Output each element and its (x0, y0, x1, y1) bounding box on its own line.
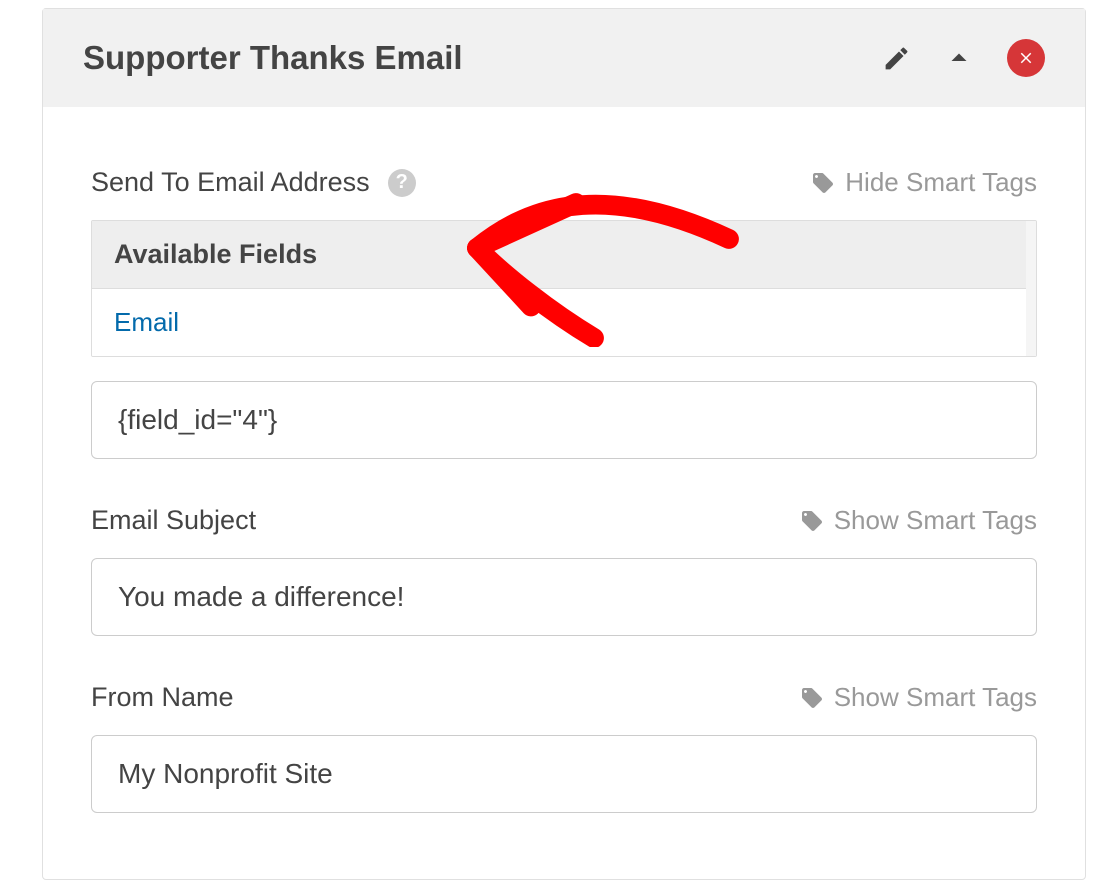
available-fields-box: Available Fields Email (91, 220, 1037, 357)
hide-smart-tags-link[interactable]: Hide Smart Tags (811, 167, 1037, 198)
send-to-label: Send To Email Address ? (91, 167, 416, 198)
tag-icon (800, 686, 824, 710)
show-smart-tags-text: Show Smart Tags (834, 505, 1037, 536)
edit-button[interactable] (882, 44, 911, 73)
pencil-icon (882, 44, 911, 73)
available-fields-header: Available Fields (92, 221, 1036, 289)
collapse-button[interactable] (941, 40, 977, 76)
show-smart-tags-link-fromname[interactable]: Show Smart Tags (800, 682, 1037, 713)
tag-icon (800, 509, 824, 533)
panel-header: Supporter Thanks Email (43, 9, 1085, 107)
help-icon[interactable]: ? (388, 169, 416, 197)
send-to-label-text: Send To Email Address (91, 167, 370, 198)
send-to-field-group: Send To Email Address ? Hide Smart Tags … (91, 167, 1037, 459)
chevron-up-icon (941, 40, 977, 76)
field-label-row: Send To Email Address ? Hide Smart Tags (91, 167, 1037, 198)
notification-panel: Supporter Thanks Email (42, 8, 1086, 880)
show-smart-tags-text: Show Smart Tags (834, 682, 1037, 713)
hide-smart-tags-text: Hide Smart Tags (845, 167, 1037, 198)
from-name-input[interactable] (91, 735, 1037, 813)
subject-label-text: Email Subject (91, 505, 256, 536)
from-name-label-text: From Name (91, 682, 234, 713)
panel-title: Supporter Thanks Email (83, 39, 463, 77)
field-label-row: From Name Show Smart Tags (91, 682, 1037, 713)
panel-body: Send To Email Address ? Hide Smart Tags … (43, 107, 1085, 879)
subject-label: Email Subject (91, 505, 256, 536)
subject-field-group: Email Subject Show Smart Tags (91, 505, 1037, 636)
available-field-email[interactable]: Email (92, 289, 1036, 356)
delete-button[interactable] (1007, 39, 1045, 77)
send-to-input[interactable] (91, 381, 1037, 459)
close-icon (1007, 39, 1045, 77)
header-actions (882, 39, 1045, 77)
tag-icon (811, 171, 835, 195)
from-name-label: From Name (91, 682, 234, 713)
subject-input[interactable] (91, 558, 1037, 636)
field-label-row: Email Subject Show Smart Tags (91, 505, 1037, 536)
show-smart-tags-link-subject[interactable]: Show Smart Tags (800, 505, 1037, 536)
from-name-field-group: From Name Show Smart Tags (91, 682, 1037, 813)
scrollbar[interactable] (1026, 221, 1036, 356)
